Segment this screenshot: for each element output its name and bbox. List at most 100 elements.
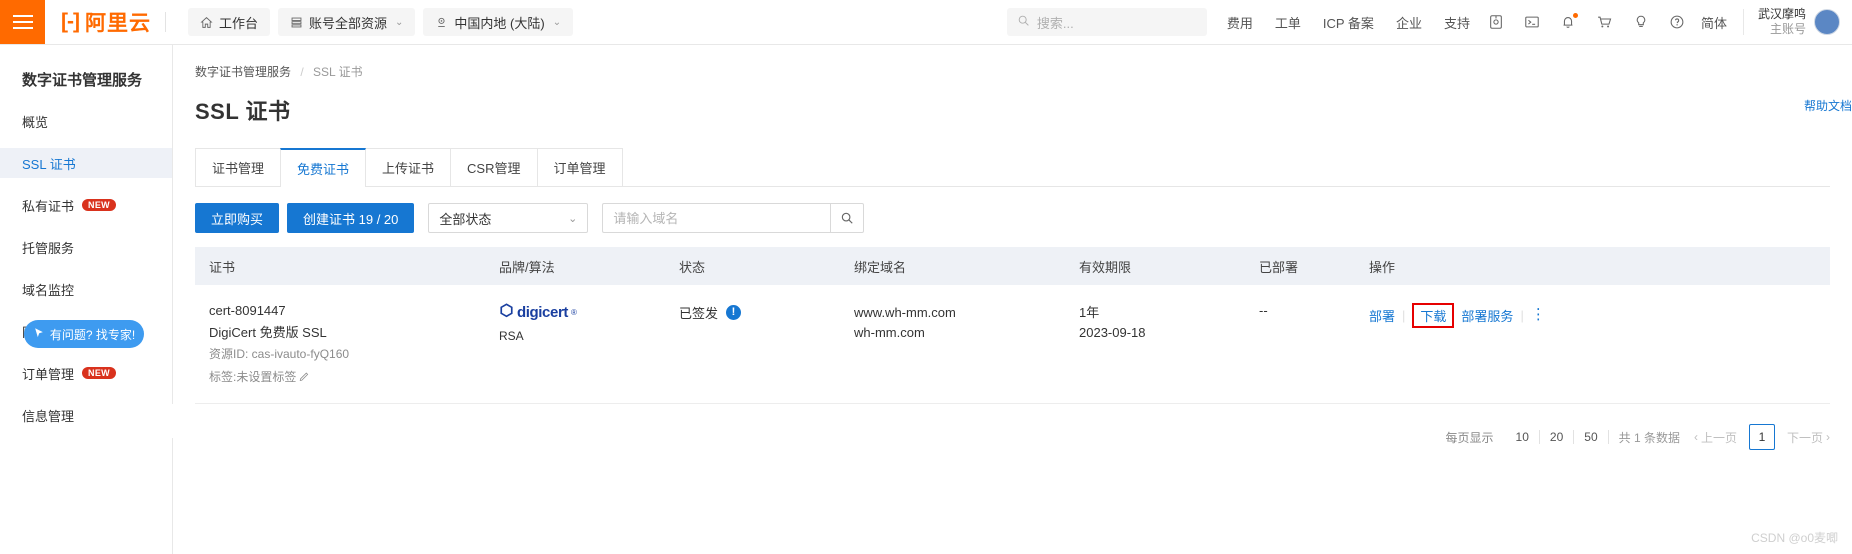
terminal-icon[interactable] [1524,14,1540,30]
sidebar-item-domain-monitor[interactable]: 域名监控 [0,274,172,304]
top-icon-group [1488,0,1685,44]
status-filter-select[interactable]: 全部状态 ⌄ [428,203,589,233]
home-icon [200,16,213,29]
tab-cert-management[interactable]: 证书管理 [195,148,282,186]
region-selector[interactable]: 中国内地 (大陆) ⌄ [423,8,574,36]
bound-domain: wh-mm.com [854,325,925,341]
next-page-label: 下一页 [1786,430,1823,445]
brand-logo[interactable]: [-] 阿里云 [45,0,180,44]
page-size-10[interactable]: 10 [1506,430,1540,444]
resources-icon [290,16,303,29]
breadcrumb-parent[interactable]: 数字证书管理服务 [195,65,291,79]
deploy-service-link[interactable]: 部署服务 [1461,306,1513,325]
page-size-50[interactable]: 50 [1574,430,1609,444]
sidebar-item-private-cert[interactable]: 私有证书 NEW [0,190,172,220]
search-icon [1017,14,1030,30]
cell-validity: 1年 2023-09-18 [1065,285,1245,404]
tab-label: 上传证书 [382,161,435,176]
row-actions: 部署 | 下载 部署服务 | ⋮ [1369,303,1830,328]
sidebar-item-managed-service[interactable]: 托管服务 [0,232,172,262]
per-page-label: 每页显示 [1445,430,1494,445]
tab-upload-cert[interactable]: 上传证书 [365,148,452,186]
help-icon[interactable] [1669,14,1685,30]
certificate-table: 证书 品牌/算法 状态 绑定域名 有效期限 已部署 操作 cert-809144… [195,247,1830,404]
cell-deployed: -- [1245,285,1355,404]
top-menu-item-fee[interactable]: 费用 [1227,13,1253,32]
top-navigation-bar: [-] 阿里云 工作台 账号全部资源 ⌄ 中国内地 (大陆) ⌄ 搜索... 费… [0,0,1852,45]
trademark-icon: ® [570,307,577,317]
sidebar-item-order-management[interactable]: 订单管理 NEW [0,358,172,388]
avatar[interactable] [1814,9,1840,35]
chevron-down-icon: ⌄ [568,212,578,225]
deploy-link[interactable]: 部署 [1369,306,1395,325]
cert-resource-id: 资源ID: cas-ivauto-fyQ160 [209,347,350,361]
ask-expert-button[interactable]: 有问题? 找专家! [24,320,144,348]
prev-page-button[interactable]: ‹ 上一页 [1694,429,1737,446]
help-doc-link[interactable]: 帮助文档 [1804,97,1852,114]
status-label: 已签发 [679,306,719,321]
notification-dot [1572,13,1578,18]
bell-icon[interactable] [1560,13,1578,30]
top-menu: 费用 工单 ICP 备案 企业 支持 [1227,0,1470,44]
divider [164,12,166,32]
col-validity: 有效期限 [1065,247,1245,285]
more-actions-icon[interactable]: ⋮ [1531,307,1547,322]
cart-icon[interactable] [1596,14,1613,30]
main-content: 数字证书管理服务 / SSL 证书 帮助文档 SSL 证书 证书管理 免费证书 … [173,45,1852,554]
user-account-menu[interactable]: 武汉摩鸣 主账号 [1758,0,1852,44]
cell-brand: digicert ® RSA [485,285,665,404]
col-brand: 品牌/算法 [485,247,665,285]
sidebar-item-ssl-cert[interactable]: SSL 证书 [0,148,172,178]
watermark: CSDN @o0麦唧 [1751,531,1838,545]
tab-bar: 证书管理 免费证书 上传证书 CSR管理 订单管理 [195,148,1830,187]
edit-pencil-icon[interactable] [299,370,310,384]
top-menu-item-enterprise[interactable]: 企业 [1396,13,1422,32]
top-menu-item-icp[interactable]: ICP 备案 [1323,13,1374,32]
search-submit-button[interactable] [830,203,865,233]
col-domain: 绑定域名 [840,247,1065,285]
divider [1742,9,1744,35]
breadcrumb-separator: / [300,65,304,79]
chevron-down-icon: ⌄ [395,16,404,28]
page-number-1[interactable]: 1 [1748,424,1775,450]
divider: | [1520,308,1524,323]
page-title: SSL 证书 [195,99,291,124]
sidebar-item-overview[interactable]: 概览 [0,106,172,136]
page-size-20[interactable]: 20 [1540,430,1575,444]
buy-now-button[interactable]: 立即购买 [195,203,280,233]
top-menu-item-support[interactable]: 支持 [1444,13,1470,32]
sidebar: 数字证书管理服务 概览 SSL 证书 私有证书 NEW 托管服务 域名监控 网站… [0,45,183,554]
tab-order-management[interactable]: 订单管理 [536,148,623,186]
info-icon[interactable]: ! [726,305,742,320]
digicert-mark-icon [499,303,514,321]
global-search-input[interactable]: 搜索... [1006,8,1207,36]
table-body: cert-8091447 DigiCert 免费版 SSL 资源ID: cas-… [195,285,1830,404]
tab-label: 订单管理 [553,161,606,176]
prev-page-label: 上一页 [1700,430,1737,445]
workbench-button[interactable]: 工作台 [187,8,270,36]
table-header: 证书 品牌/算法 状态 绑定域名 有效期限 已部署 操作 [195,247,1830,285]
cert-tag-editor[interactable]: 标签:未设置标签 [209,368,485,385]
user-info: 武汉摩鸣 主账号 [1758,7,1806,37]
tab-csr-management[interactable]: CSR管理 [450,148,538,186]
sidebar-item-info-management[interactable]: 信息管理 [0,400,172,430]
global-search-placeholder: 搜索... [1036,15,1074,31]
valid-date: 2023-09-18 [1079,325,1146,341]
tab-free-cert[interactable]: 免费证书 [280,148,367,187]
lightbulb-icon[interactable] [1633,14,1649,30]
chevron-down-icon: ⌄ [552,16,562,28]
hamburger-icon[interactable] [0,0,45,44]
pagination: 每页显示 10 20 50 共 1 条数据 ‹ 上一页 1 下一页 › [195,424,1830,450]
app-icon[interactable] [1488,14,1504,30]
next-page-button[interactable]: 下一页 › [1787,429,1830,446]
top-menu-item-ticket[interactable]: 工单 [1275,13,1301,32]
cell-domains: www.wh-mm.com wh-mm.com [840,285,1065,404]
download-link[interactable]: 下载 [1412,303,1455,328]
language-switcher[interactable]: 简体 [1701,13,1727,32]
all-resources-selector[interactable]: 账号全部资源 ⌄ [278,8,416,36]
create-cert-button[interactable]: 创建证书 19 / 20 [287,203,415,233]
breadcrumb: 数字证书管理服务 / SSL 证书 [195,45,1830,80]
status-filter-value: 全部状态 [439,211,492,227]
col-actions: 操作 [1355,247,1830,285]
domain-search-input[interactable] [602,203,831,233]
